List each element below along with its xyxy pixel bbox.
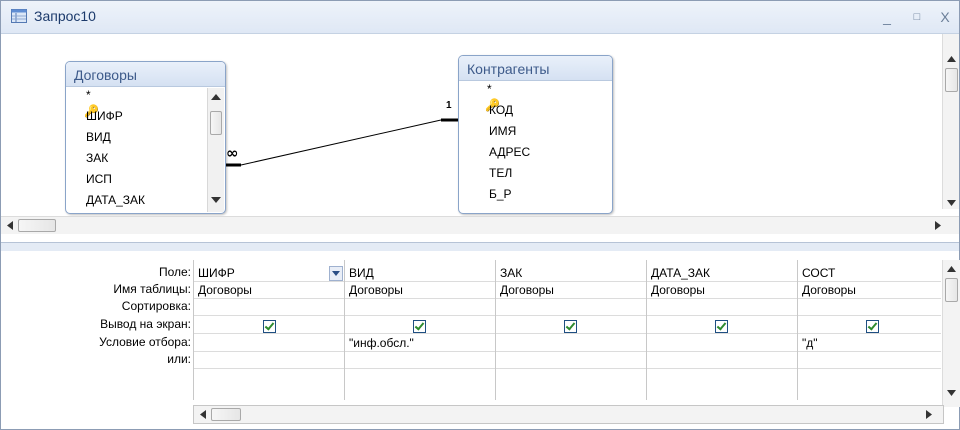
table-scrollbar[interactable]	[207, 88, 224, 212]
show-checkbox[interactable]	[866, 320, 879, 333]
criteria-cell[interactable]: "д"	[798, 335, 941, 352]
scroll-left-icon[interactable]	[7, 221, 13, 230]
scroll-up-icon[interactable]	[211, 94, 221, 100]
table-cell[interactable]: Договоры	[194, 282, 344, 299]
grid-column[interactable]: ЗАК Договоры	[495, 260, 646, 400]
criteria-cell[interactable]: "инф.обсл."	[345, 335, 495, 352]
field-item[interactable]: ИСП	[86, 172, 112, 186]
field-item[interactable]: ДАТА_ЗАК	[86, 193, 145, 207]
criteria-cell[interactable]	[647, 335, 797, 352]
sort-cell[interactable]	[798, 299, 941, 316]
table-cell[interactable]: Договоры	[345, 282, 495, 299]
row-label-table: Имя таблицы:	[113, 282, 191, 296]
grid-vertical-scrollbar[interactable]	[942, 260, 960, 407]
scroll-thumb[interactable]	[18, 219, 56, 232]
sort-cell[interactable]	[647, 299, 797, 316]
scroll-right-icon[interactable]	[926, 410, 932, 419]
design-vertical-scrollbar[interactable]	[942, 34, 959, 209]
window-title: Запрос10	[34, 8, 96, 24]
field-item[interactable]: ШИФР	[86, 109, 123, 123]
table-kontragenty[interactable]: Контрагенты * 🔑 КОД ИМЯ АДРЕС ТЕЛ Б_Р	[458, 55, 613, 214]
table-design-area[interactable]: ∞ 1 Договоры * 🔑 . ШИФР ВИД ЗАК ИСП ДАТА…	[1, 34, 959, 241]
row-label-or: или:	[167, 352, 191, 366]
table-dogovory[interactable]: Договоры * 🔑 . ШИФР ВИД ЗАК ИСП ДАТА_ЗАК	[65, 61, 226, 214]
scroll-up-icon[interactable]	[947, 56, 956, 62]
scroll-thumb[interactable]	[945, 278, 958, 302]
field-value: ШИФР	[198, 266, 235, 280]
field-list[interactable]: * 🔑 КОД ИМЯ АДРЕС ТЕЛ Б_Р	[459, 82, 612, 213]
or-cell[interactable]	[345, 352, 495, 369]
grid-column[interactable]: ШИФР Договоры	[193, 260, 344, 400]
show-cell[interactable]	[496, 317, 646, 334]
field-item[interactable]: *	[86, 88, 91, 102]
field-cell[interactable]: ВИД	[345, 265, 495, 282]
scroll-down-icon[interactable]	[211, 197, 221, 203]
field-cell[interactable]: ДАТА_ЗАК	[647, 265, 797, 282]
show-checkbox[interactable]	[564, 320, 577, 333]
or-cell[interactable]	[496, 352, 646, 369]
field-item[interactable]: ВИД	[86, 130, 111, 144]
or-cell[interactable]	[647, 352, 797, 369]
scroll-down-icon[interactable]	[947, 390, 956, 396]
row-label-criteria: Условие отбора:	[99, 335, 191, 349]
table-cell[interactable]: Договоры	[798, 282, 941, 299]
maximize-button[interactable]: □	[907, 7, 927, 27]
grid-column[interactable]: ВИД Договоры "инф.обсл."	[344, 260, 495, 400]
query-design-grid[interactable]: ШИФР Договоры ВИД Договоры "инф.обсл." З…	[193, 260, 941, 400]
sort-cell[interactable]	[194, 299, 344, 316]
sort-cell[interactable]	[496, 299, 646, 316]
show-cell[interactable]	[647, 317, 797, 334]
table-title[interactable]: Договоры	[66, 62, 225, 87]
scroll-right-icon[interactable]	[935, 221, 941, 230]
field-dropdown-button[interactable]	[329, 266, 343, 281]
show-checkbox[interactable]	[715, 320, 728, 333]
field-item[interactable]: ЗАК	[86, 151, 108, 165]
table-cell[interactable]: Договоры	[647, 282, 797, 299]
scroll-thumb[interactable]	[210, 111, 222, 135]
field-cell[interactable]: ШИФР	[194, 265, 344, 282]
chevron-down-icon	[332, 271, 340, 276]
scroll-thumb[interactable]	[211, 408, 241, 421]
close-button[interactable]: X	[935, 7, 955, 27]
field-cell[interactable]: СОСТ	[798, 265, 941, 282]
field-item[interactable]: ТЕЛ	[489, 166, 512, 180]
query-grid-area: Поле: Имя таблицы: Сортировка: Вывод на …	[1, 251, 960, 429]
show-cell[interactable]	[798, 317, 941, 334]
query-icon	[11, 9, 27, 23]
scroll-thumb[interactable]	[945, 68, 958, 92]
criteria-cell[interactable]	[194, 335, 344, 352]
field-item[interactable]: АДРЕС	[489, 145, 530, 159]
sort-cell[interactable]	[345, 299, 495, 316]
field-item[interactable]: Б_Р	[489, 187, 512, 201]
one-side-label: 1	[446, 100, 452, 111]
field-item[interactable]: *	[487, 82, 492, 96]
query-window: Запрос10 _ □ X ∞ 1 Договоры * 🔑 . ШИФР В…	[0, 0, 960, 430]
row-label-field: Поле:	[158, 265, 191, 279]
scroll-left-icon[interactable]	[200, 410, 206, 419]
row-label-sort: Сортировка:	[121, 299, 191, 313]
scroll-up-icon[interactable]	[947, 266, 956, 272]
minimize-button[interactable]: _	[877, 7, 897, 27]
field-cell[interactable]: ЗАК	[496, 265, 646, 282]
row-label-show: Вывод на экран:	[100, 317, 191, 331]
field-item[interactable]: КОД	[489, 103, 513, 117]
show-checkbox[interactable]	[263, 320, 276, 333]
or-cell[interactable]	[798, 352, 941, 369]
grid-column[interactable]: ДАТА_ЗАК Договоры	[646, 260, 797, 400]
table-title[interactable]: Контрагенты	[459, 56, 612, 81]
design-horizontal-scrollbar[interactable]	[1, 216, 959, 234]
or-cell[interactable]	[194, 352, 344, 369]
show-checkbox[interactable]	[413, 320, 426, 333]
criteria-cell[interactable]	[496, 335, 646, 352]
show-cell[interactable]	[345, 317, 495, 334]
table-cell[interactable]: Договоры	[496, 282, 646, 299]
scroll-down-icon[interactable]	[947, 200, 956, 206]
many-side-label: ∞	[226, 144, 239, 162]
field-list[interactable]: * 🔑 . ШИФР ВИД ЗАК ИСП ДАТА_ЗАК	[66, 88, 225, 213]
grid-horizontal-scrollbar[interactable]	[193, 405, 944, 424]
title-bar[interactable]: Запрос10 _ □ X	[1, 1, 959, 34]
show-cell[interactable]	[194, 317, 344, 334]
grid-column[interactable]: СОСТ Договоры "д"	[797, 260, 941, 400]
field-item[interactable]: ИМЯ	[489, 124, 516, 138]
